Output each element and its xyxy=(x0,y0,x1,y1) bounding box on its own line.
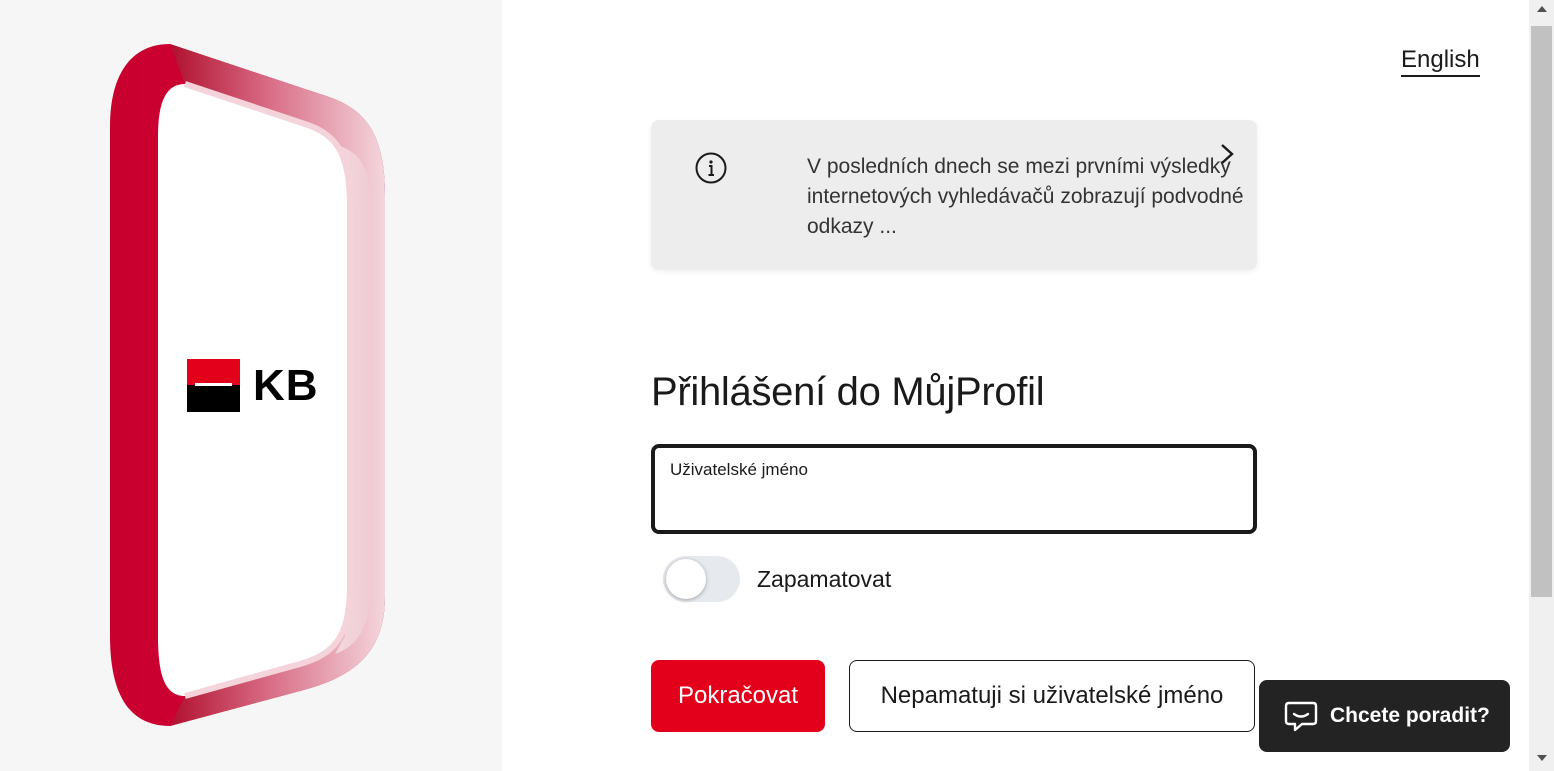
username-label: Uživatelské jméno xyxy=(670,460,808,479)
toggle-knob xyxy=(666,559,706,599)
page-title: Přihlášení do MůjProfil xyxy=(651,370,1045,414)
info-icon xyxy=(695,152,727,184)
language-switch-link[interactable]: English xyxy=(1401,46,1480,77)
username-field[interactable]: Uživatelské jméno xyxy=(651,444,1257,534)
scrollbar-thumb[interactable] xyxy=(1531,26,1552,597)
chat-icon xyxy=(1284,701,1318,732)
scroll-up-arrow-icon[interactable] xyxy=(1537,6,1547,12)
page-scrollbar[interactable] xyxy=(1529,0,1554,771)
scroll-down-arrow-icon[interactable] xyxy=(1537,755,1547,761)
remember-label: Zapamatovat xyxy=(757,566,892,592)
security-notice-text: V posledních dnech se mezi prvními výsle… xyxy=(807,155,1244,238)
continue-button[interactable]: Pokračovat xyxy=(651,660,825,732)
chat-help-label: Chcete poradit? xyxy=(1330,704,1490,727)
forgot-username-button[interactable]: Nepamatuji si uživatelské jméno xyxy=(849,660,1255,732)
chevron-right-icon[interactable] xyxy=(1217,143,1237,165)
kb-logo-text: KB xyxy=(253,360,319,410)
chat-help-button[interactable]: Chcete poradit? xyxy=(1259,680,1510,752)
security-notice-card[interactable]: V posledních dnech se mezi prvními výsle… xyxy=(651,120,1257,270)
remember-toggle[interactable] xyxy=(663,556,740,602)
kb-logo-mark xyxy=(187,359,240,412)
kb-logo: KB xyxy=(187,359,319,412)
brand-panel: KB xyxy=(0,0,502,771)
username-input[interactable] xyxy=(670,488,1240,524)
